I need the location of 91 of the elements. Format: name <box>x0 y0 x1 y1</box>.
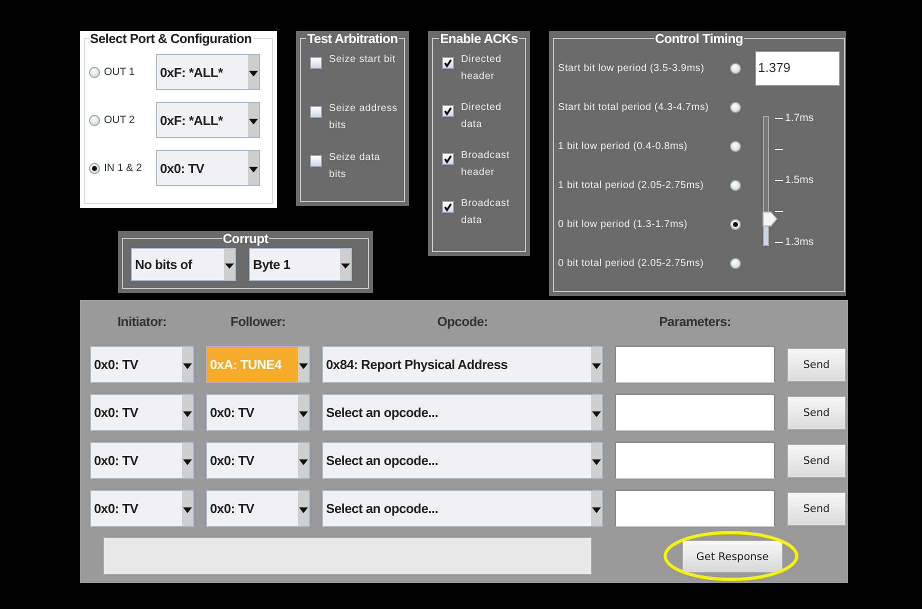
caret-icon <box>248 151 259 185</box>
radio-button[interactable] <box>730 219 741 230</box>
get-response-button[interactable]: Get Response <box>682 540 783 573</box>
parameters-field[interactable] <box>615 442 775 479</box>
column-header: Initiator: <box>118 314 166 328</box>
radio-button[interactable] <box>730 180 741 191</box>
tick-label: 1.7ms <box>785 112 814 124</box>
port-label: IN 1 & 2 <box>104 162 143 174</box>
caret-icon <box>298 443 309 478</box>
checkbox[interactable] <box>442 57 454 69</box>
caret-icon <box>248 55 259 89</box>
caret-icon <box>182 347 193 382</box>
caret-icon <box>224 249 235 280</box>
slider-thumb[interactable] <box>762 211 778 228</box>
opcode-dropdown[interactable]: Select an opcode... <box>322 490 603 527</box>
follower-dropdown[interactable]: 0x0: TV <box>206 490 310 527</box>
panel-title: Enable ACKs <box>439 31 519 46</box>
timing-label: 0 bit low period (1.3-1.7ms) <box>558 218 689 232</box>
checkbox[interactable] <box>442 105 454 117</box>
radio-button[interactable] <box>89 162 100 174</box>
follower-dropdown[interactable]: 0x0: TV <box>206 394 310 431</box>
port-label: OUT 1 <box>104 66 136 78</box>
caret-icon <box>591 347 602 382</box>
checkbox-label: Broadcast header <box>461 149 511 180</box>
timing-value-field[interactable]: 1.379 <box>755 51 840 86</box>
bits-dropdown[interactable]: No bits of <box>131 248 236 281</box>
port-label: OUT 2 <box>104 114 136 126</box>
checkbox-label: Seize data bits <box>329 151 382 182</box>
device-dropdown[interactable]: 0x0: TV <box>156 150 260 186</box>
parameters-field[interactable] <box>615 346 775 383</box>
initiator-dropdown[interactable]: 0x0: TV <box>90 442 194 479</box>
radio-button[interactable] <box>730 258 741 269</box>
checkbox-label: Seize address bits <box>329 102 399 133</box>
radio-button[interactable] <box>730 141 741 152</box>
panel-title: Corrupt <box>222 231 270 246</box>
send-button[interactable]: Send <box>787 396 846 430</box>
radio-button[interactable] <box>89 114 100 126</box>
caret-icon <box>298 395 309 430</box>
column-header: Parameters: <box>659 314 731 328</box>
initiator-dropdown[interactable]: 0x0: TV <box>90 346 194 383</box>
initiator-dropdown[interactable]: 0x0: TV <box>90 394 194 431</box>
column-header: Opcode: <box>437 314 488 328</box>
timing-label: Start bit low period (3.5-3.9ms) <box>558 62 706 76</box>
caret-icon <box>591 395 602 430</box>
tick-mark <box>775 148 783 150</box>
caret-icon <box>182 395 193 430</box>
caret-icon <box>591 491 602 526</box>
checkbox-label: Broadcast data <box>461 197 511 228</box>
caret-icon <box>298 347 309 382</box>
caret-icon <box>182 491 193 526</box>
send-button[interactable]: Send <box>787 492 846 526</box>
parameters-field[interactable] <box>615 490 775 527</box>
checkbox-label: Directed data <box>461 101 502 132</box>
panel-title: Select Port & Configuration <box>89 31 253 46</box>
checkbox-label: Directed header <box>461 53 502 84</box>
tick-label: 1.3ms <box>785 236 814 248</box>
device-dropdown[interactable]: 0xF: *ALL* <box>156 102 260 138</box>
response-field[interactable] <box>103 537 592 575</box>
caret-icon <box>182 443 193 478</box>
timing-label: 1 bit total period (2.05-2.75ms) <box>558 179 705 193</box>
opcode-dropdown[interactable]: Select an opcode... <box>322 394 603 431</box>
panel-title: Test Arbitration <box>306 31 399 46</box>
checkbox[interactable] <box>442 201 454 213</box>
send-button[interactable]: Send <box>787 348 846 382</box>
checkbox[interactable] <box>310 57 322 69</box>
opcode-dropdown[interactable]: 0x84: Report Physical Address <box>322 346 603 383</box>
follower-dropdown[interactable]: 0x0: TV <box>206 442 310 479</box>
panel-title: Control Timing <box>654 31 744 46</box>
radio-button[interactable] <box>730 63 741 74</box>
device-dropdown[interactable]: 0xF: *ALL* <box>156 54 260 90</box>
caret-icon <box>248 103 259 137</box>
opcode-dropdown[interactable]: Select an opcode... <box>322 442 603 479</box>
caret-icon <box>591 443 602 478</box>
checkbox[interactable] <box>310 106 322 118</box>
radio-button[interactable] <box>730 102 741 113</box>
column-header: Follower: <box>230 314 286 328</box>
send-button[interactable]: Send <box>787 444 846 478</box>
checkbox[interactable] <box>310 155 322 167</box>
timing-label: 1 bit low period (0.4-0.8ms) <box>558 140 689 154</box>
tick-label: 1.5ms <box>785 174 814 186</box>
parameters-field[interactable] <box>615 394 775 431</box>
checkbox[interactable] <box>442 153 454 165</box>
initiator-dropdown[interactable]: 0x0: TV <box>90 490 194 527</box>
caret-icon <box>298 491 309 526</box>
timing-label: 0 bit total period (2.05-2.75ms) <box>558 257 705 271</box>
radio-button[interactable] <box>89 66 100 78</box>
caret-icon <box>340 249 351 280</box>
tick-mark <box>775 210 783 212</box>
byte-dropdown[interactable]: Byte 1 <box>249 248 352 281</box>
timing-label: Start bit total period (4.3-4.7ms) <box>558 101 710 115</box>
checkbox-label: Seize start bit <box>329 53 396 67</box>
